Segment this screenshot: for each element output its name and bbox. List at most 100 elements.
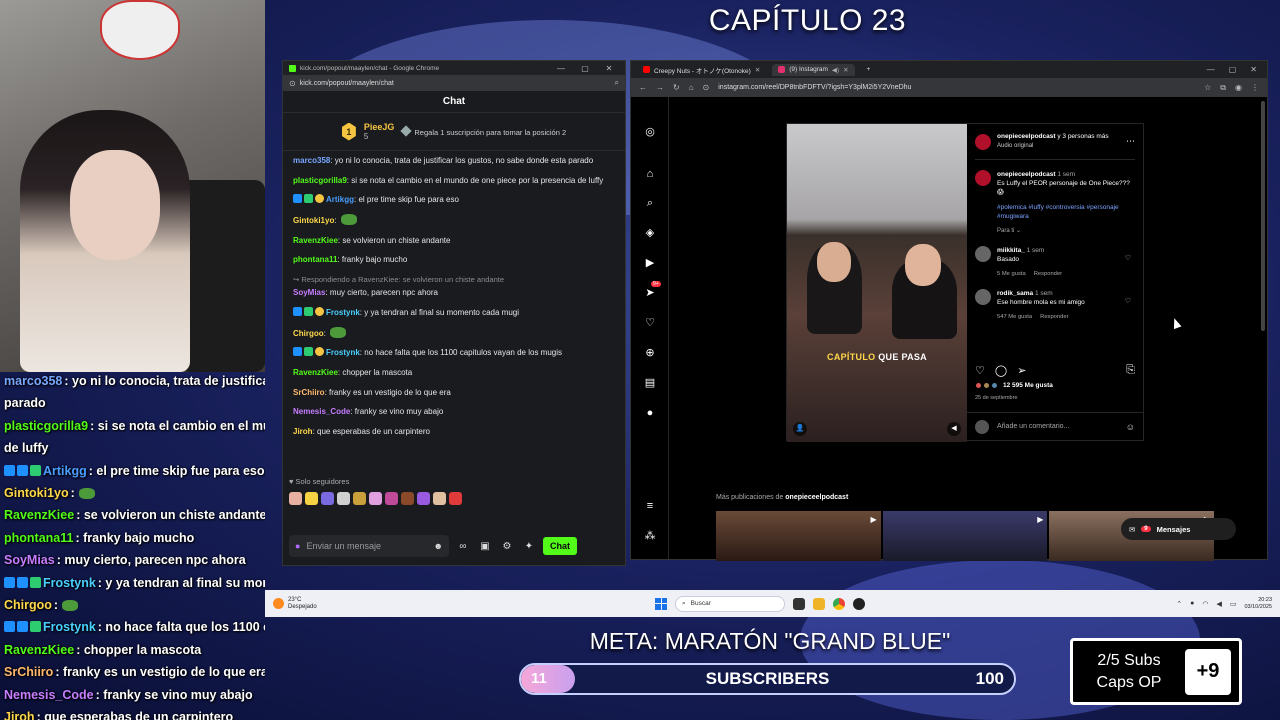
comment-likes[interactable]: 547 Me gusta xyxy=(997,314,1032,320)
audio-icon[interactable]: ◀) xyxy=(832,66,839,74)
emote[interactable] xyxy=(305,492,318,505)
reload-icon[interactable]: ↻ xyxy=(673,83,680,92)
new-tab-button[interactable]: + xyxy=(861,64,877,75)
home-icon[interactable]: ⌂ xyxy=(689,83,694,92)
chat-username[interactable]: Artikgg xyxy=(326,195,354,204)
address-bar[interactable]: ← → ↻ ⌂ ⊙ instagram.com/reel/DP8tnbFDFTV… xyxy=(631,78,1267,97)
chat-username[interactable]: plasticgorilla9 xyxy=(293,176,347,185)
chat-input[interactable]: ● Enviar un mensaje ☻ xyxy=(289,535,449,557)
chat-username[interactable]: Chirgoo xyxy=(293,329,324,338)
menu-icon[interactable]: ⋮ xyxy=(1251,83,1259,92)
close-tab-icon[interactable]: ✕ xyxy=(755,66,760,74)
commenter-name[interactable]: miikkita_ xyxy=(997,247,1025,254)
chat-username[interactable]: RavenzKiee xyxy=(293,236,338,245)
tab-instagram[interactable]: (9) Instagram ◀) ✕ xyxy=(772,63,855,76)
chat-message[interactable]: Frostynk: no hace falta que los 1100 cap… xyxy=(293,347,615,359)
clock[interactable]: 20:23 03/10/2025 xyxy=(1244,597,1272,611)
settings-icon[interactable]: ⚙ xyxy=(499,541,515,552)
emote[interactable] xyxy=(449,492,462,505)
emote[interactable] xyxy=(369,492,382,505)
emote[interactable] xyxy=(353,492,366,505)
emote[interactable] xyxy=(401,492,414,505)
bookmark-star-icon[interactable]: ☆ xyxy=(1204,83,1211,92)
post-thumbnail[interactable]: ▶ xyxy=(716,511,881,561)
emoji-icon[interactable]: ☻ xyxy=(434,541,443,551)
extensions-icon[interactable]: ⧉ xyxy=(1220,83,1226,93)
chat-message[interactable]: Gintoki1yo: xyxy=(293,214,615,227)
weather-widget[interactable]: 23°C Despejado xyxy=(265,597,385,611)
site-info-icon[interactable]: ⊙ xyxy=(289,79,296,88)
caption-author[interactable]: onepieceelpodcast xyxy=(997,171,1056,178)
commenter-name[interactable]: rodik_sama xyxy=(997,290,1033,297)
battery-icon[interactable]: ▭ xyxy=(1230,600,1237,608)
close-button[interactable]: ✕ xyxy=(1250,65,1257,74)
emoji-icon[interactable]: ☺ xyxy=(1126,422,1135,432)
maximize-button[interactable]: ▢ xyxy=(1229,65,1237,74)
zoom-icon[interactable]: ⌕ xyxy=(615,78,619,88)
apps-icon[interactable]: ⁂ xyxy=(643,529,657,543)
home-icon[interactable]: ⌂ xyxy=(643,167,657,181)
reply-button[interactable]: Responder xyxy=(1040,314,1068,320)
chat-username[interactable]: Jiroh xyxy=(293,427,313,436)
wifi-icon[interactable]: ◠ xyxy=(1202,600,1208,608)
hashtags[interactable]: #polemica #luffy #controversia #personaj… xyxy=(997,203,1135,221)
site-info-icon[interactable]: ⊙ xyxy=(703,83,710,92)
commenter-avatar[interactable] xyxy=(975,289,991,305)
tray-chevron-icon[interactable]: ⌃ xyxy=(1176,600,1182,608)
audio-label[interactable]: Audio original xyxy=(997,143,1033,149)
notifications-icon[interactable]: ♡ xyxy=(643,316,657,330)
tagged-users-icon[interactable]: 👤 xyxy=(793,422,807,436)
chat-message[interactable]: Chirgoo: xyxy=(293,326,615,340)
for-you-toggle[interactable]: Para ti ⌄ xyxy=(997,227,1135,236)
commenter-avatar[interactable] xyxy=(975,246,991,262)
reply-button[interactable]: Responder xyxy=(1034,271,1062,277)
start-icon[interactable] xyxy=(655,597,667,610)
address-bar[interactable]: ⊙ kick.com/popout/maaylen/chat ⌕ xyxy=(283,75,625,91)
chat-message[interactable]: RavenzKiee: se volvieron un chiste andan… xyxy=(293,235,615,247)
app-icon[interactable] xyxy=(853,597,865,610)
chat-message[interactable]: plasticgorilla9: si se nota el cambio en… xyxy=(293,175,615,187)
chat-message[interactable]: Artikgg: el pre time skip fue para eso xyxy=(293,194,615,206)
chat-username[interactable]: Nemesis_Code xyxy=(293,407,350,416)
chat-username[interactable]: Frostynk xyxy=(326,348,360,357)
dashboard-icon[interactable]: ▤ xyxy=(643,376,657,390)
minimize-button[interactable]: — xyxy=(1207,65,1215,74)
chat-message[interactable]: Nemesis_Code: franky se vino muy abajo xyxy=(293,406,615,418)
save-icon[interactable]: ⎘ xyxy=(1126,364,1135,377)
tab-youtube[interactable]: Creepy Nuts - オトノケ(Otonoke) ✕ xyxy=(637,63,766,77)
mic-icon[interactable]: ● xyxy=(295,541,300,551)
comment-likes[interactable]: 5 Me gusta xyxy=(997,271,1026,277)
chat-message[interactable]: SrChiiro: franky es un vestigio de lo qu… xyxy=(293,387,615,399)
chat-username[interactable]: Gintoki1yo xyxy=(293,216,334,225)
maximize-button[interactable]: ▢ xyxy=(575,64,595,73)
author-avatar[interactable] xyxy=(975,133,991,150)
tray-app-icon[interactable]: ● xyxy=(1190,600,1194,607)
author-avatar[interactable] xyxy=(975,170,991,186)
emote[interactable] xyxy=(433,492,446,505)
emote[interactable] xyxy=(385,492,398,505)
chat-message[interactable]: RavenzKiee: chopper la mascota xyxy=(293,367,615,379)
emote[interactable] xyxy=(417,492,430,505)
chat-message[interactable]: Frostynk: y ya tendran al final su momen… xyxy=(293,306,615,319)
mute-icon[interactable]: ◀ xyxy=(947,422,961,436)
volume-icon[interactable]: ◀ xyxy=(1216,600,1221,608)
comment-like-icon[interactable]: ♡ xyxy=(1125,297,1131,305)
more-options-icon[interactable]: ⋯ xyxy=(1126,136,1135,147)
search-icon[interactable]: ⌕ xyxy=(643,196,657,210)
comment-like-icon[interactable]: ♡ xyxy=(1125,254,1131,262)
create-icon[interactable]: ⊕ xyxy=(643,346,657,360)
gift-icon[interactable]: ✦ xyxy=(521,541,537,552)
store-icon[interactable]: ▣ xyxy=(477,541,493,552)
file-explorer-icon[interactable] xyxy=(813,597,825,610)
close-tab-icon[interactable]: ✕ xyxy=(843,66,848,74)
chat-message[interactable]: Jiroh: que esperabas de un carpintero xyxy=(293,426,615,438)
add-comment-input[interactable]: Añade un comentario... xyxy=(997,423,1118,430)
emote[interactable] xyxy=(321,492,334,505)
sub-leaderboard[interactable]: 1 PieeJG 5 Regala 1 suscripción para tom… xyxy=(283,113,625,151)
chrome-icon[interactable] xyxy=(833,597,845,610)
minimize-button[interactable]: — xyxy=(551,64,571,73)
direct-icon[interactable]: ➤ xyxy=(643,286,657,300)
likes-count[interactable]: 12 595 Me gusta xyxy=(975,382,1053,389)
profile-icon[interactable]: ◉ xyxy=(1235,83,1242,92)
share-icon[interactable]: ➢ xyxy=(1017,364,1026,377)
